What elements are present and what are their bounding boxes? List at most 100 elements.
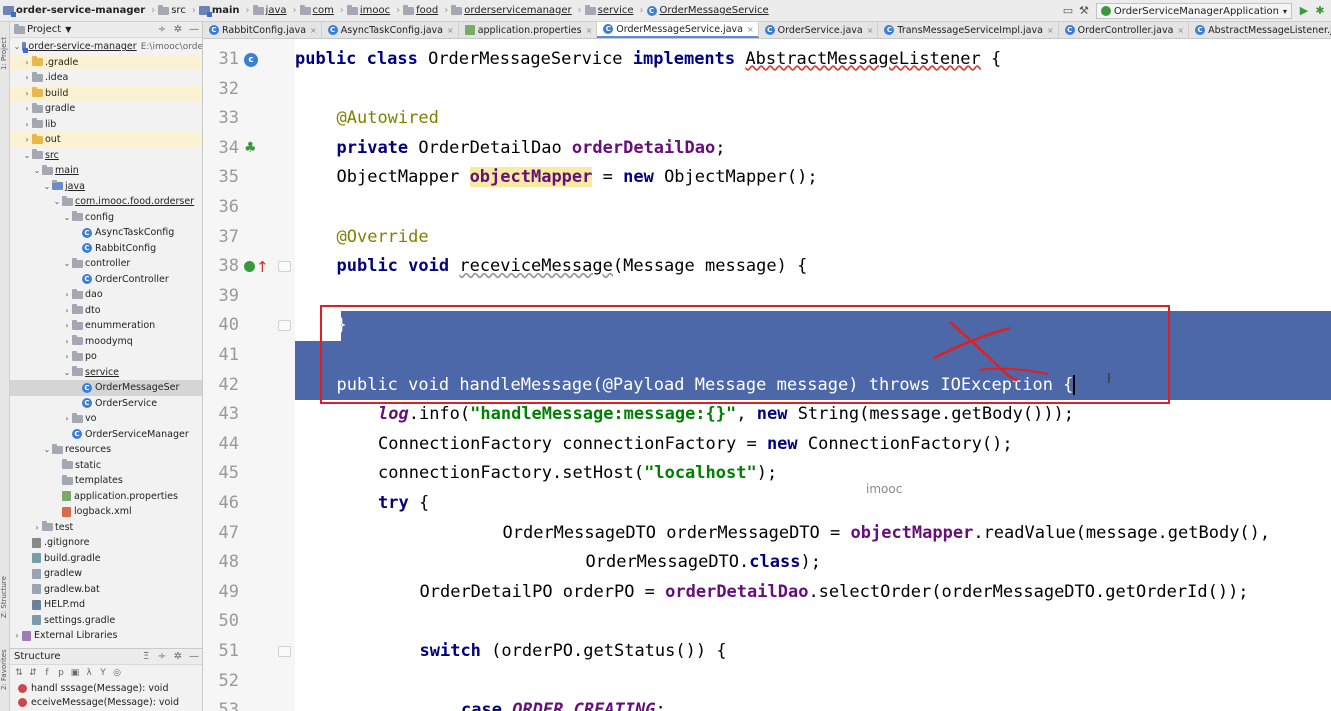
tree-item[interactable]: build.gradle — [10, 551, 202, 567]
layout-icon[interactable]: ▭ — [1060, 3, 1076, 19]
chevron-right-icon[interactable]: › — [62, 337, 72, 346]
breadcrumb-item[interactable]: com — [299, 4, 334, 16]
chevron-right-icon[interactable]: › — [62, 306, 72, 315]
close-icon[interactable]: × — [867, 26, 874, 35]
chevron-right-icon[interactable]: › — [22, 104, 32, 113]
fold-marker-icon[interactable] — [278, 646, 291, 657]
close-icon[interactable]: × — [1047, 26, 1054, 35]
tree-item[interactable]: › po — [10, 349, 202, 365]
chevron-down-icon[interactable]: ▼ — [65, 25, 71, 34]
editor-tab[interactable]: C AsyncTaskConfig.java × — [321, 22, 459, 38]
collapse-all-icon[interactable]: ÷ — [154, 24, 170, 35]
chevron-right-icon[interactable]: › — [22, 89, 32, 98]
code-line[interactable]: @Autowired — [337, 104, 439, 134]
tree-item[interactable]: › External Libraries — [10, 628, 202, 644]
close-icon[interactable]: × — [310, 26, 317, 35]
code-line[interactable]: ConnectionFactory connectionFactory = ne… — [378, 430, 1013, 460]
chevron-right-icon[interactable]: › — [32, 523, 42, 532]
breadcrumb-item[interactable]: imooc — [346, 4, 390, 16]
breadcrumb-item[interactable]: C OrderMessageService — [646, 5, 769, 16]
editor-tab[interactable]: C RabbitConfig.java × — [203, 22, 322, 38]
tree-item[interactable]: › enummeration — [10, 318, 202, 334]
breadcrumb-item[interactable]: order-service-manager — [3, 5, 145, 17]
code-line[interactable]: try { — [378, 489, 429, 519]
tree-item[interactable]: ⌄ controller — [10, 256, 202, 272]
code-line[interactable]: @Override — [337, 223, 429, 253]
code-line[interactable]: switch (orderPO.getStatus()) { — [420, 637, 727, 667]
structure-tool-tab[interactable]: Z: Structure — [0, 567, 10, 627]
editor-tab[interactable]: C OrderController.java × — [1058, 22, 1190, 38]
tree-item[interactable]: › .idea — [10, 70, 202, 86]
breadcrumb-item[interactable]: service — [584, 4, 634, 16]
close-icon[interactable]: × — [447, 26, 454, 35]
tree-item[interactable]: ⌄ service — [10, 365, 202, 381]
chevron-right-icon[interactable]: › — [22, 73, 32, 82]
build-hammer-icon[interactable]: ⚒ — [1076, 3, 1092, 19]
code-line[interactable]: log.info("handleMessage:message:{}", new… — [378, 400, 1074, 430]
tree-item[interactable]: C RabbitConfig — [10, 241, 202, 257]
code-line[interactable]: private OrderDetailDao orderDetailDao; — [337, 134, 726, 164]
editor-tab[interactable]: C OrderMessageService.java × — [597, 22, 759, 38]
filter-icon[interactable]: Y — [96, 668, 110, 678]
close-icon[interactable]: × — [586, 26, 593, 35]
chevron-down-icon[interactable]: ⌄ — [42, 445, 52, 454]
code-line[interactable]: OrderMessageDTO.class); — [586, 548, 821, 578]
code-line[interactable]: case ORDER_CREATING: — [461, 696, 666, 711]
breadcrumb-item[interactable]: orderservicemanager — [451, 4, 572, 16]
structure-item-receive-message[interactable]: eceiveMessage(Message): void — [10, 695, 202, 709]
chevron-down-icon[interactable]: ⌄ — [12, 42, 22, 51]
sort-icon[interactable]: Ξ — [138, 651, 154, 662]
chevron-down-icon[interactable]: ⌄ — [62, 259, 72, 268]
tree-item[interactable]: › .gradle — [10, 54, 202, 70]
override-icon[interactable]: ↑ — [244, 258, 269, 276]
tree-item[interactable]: › lib — [10, 117, 202, 133]
tree-item[interactable]: › dao — [10, 287, 202, 303]
project-view-title[interactable]: Project — [27, 24, 61, 35]
autoscroll-icon[interactable]: ◎ — [110, 668, 124, 678]
chevron-down-icon[interactable]: ⌄ — [52, 197, 62, 206]
tree-item[interactable]: C OrderService — [10, 396, 202, 412]
fold-marker-icon[interactable] — [278, 320, 291, 332]
chevron-right-icon[interactable]: › — [62, 352, 72, 361]
code-line[interactable]: ObjectMapper objectMapper = new ObjectMa… — [337, 163, 818, 193]
tree-item[interactable]: HELP.md — [10, 597, 202, 613]
tree-item[interactable]: ⌄ main — [10, 163, 202, 179]
tree-item[interactable]: › build — [10, 85, 202, 101]
chevron-right-icon[interactable]: › — [62, 290, 72, 299]
code-line[interactable]: OrderDetailPO orderPO = orderDetailDao.s… — [420, 578, 1249, 608]
tree-item[interactable]: › test — [10, 520, 202, 536]
tree-item[interactable]: C AsyncTaskConfig — [10, 225, 202, 241]
tree-item[interactable]: ⌄ config — [10, 210, 202, 226]
close-icon[interactable]: × — [1177, 26, 1184, 35]
run-configuration-select[interactable]: OrderServiceManagerApplication ▾ — [1095, 3, 1292, 19]
sort-alpha-icon[interactable]: ⇅ — [12, 668, 26, 678]
chevron-down-icon[interactable]: ⌄ — [22, 151, 32, 160]
breadcrumb-item[interactable]: src — [158, 4, 186, 16]
structure-item-handle-message[interactable]: handl sssage(Message): void — [10, 681, 202, 695]
editor-tab[interactable]: C OrderService.java × — [758, 22, 879, 38]
chevron-down-icon[interactable]: ⌄ — [42, 182, 52, 191]
tree-item[interactable]: gradlew.bat — [10, 582, 202, 598]
show-properties-icon[interactable]: p — [54, 668, 68, 678]
tree-item[interactable]: › out — [10, 132, 202, 148]
chevron-right-icon[interactable]: › — [22, 135, 32, 144]
chevron-down-icon[interactable]: ⌄ — [62, 213, 72, 222]
tree-item[interactable]: application.properties — [10, 489, 202, 505]
chevron-right-icon[interactable]: › — [22, 58, 32, 67]
hide-icon[interactable]: — — [186, 651, 202, 662]
tree-item[interactable]: › gradle — [10, 101, 202, 117]
code-editor[interactable]: public class OrderMessageService impleme… — [295, 39, 1331, 711]
editor-tab[interactable]: C TransMessageServiceImpl.java × — [878, 22, 1059, 38]
breadcrumb-item[interactable]: main — [198, 5, 240, 17]
chevron-right-icon[interactable]: › — [62, 414, 72, 423]
show-inherited-icon[interactable]: ▣ — [68, 668, 82, 678]
chevron-right-icon[interactable]: › — [22, 120, 32, 129]
run-icon[interactable]: ▶ — [1296, 3, 1312, 19]
tree-item[interactable]: logback.xml — [10, 504, 202, 520]
gear-icon[interactable]: ✲ — [170, 24, 186, 35]
chevron-down-icon[interactable]: ⌄ — [62, 368, 72, 377]
collapse-icon[interactable]: ÷ — [154, 651, 170, 662]
chevron-down-icon[interactable]: ⌄ — [32, 166, 42, 175]
tree-item[interactable]: ⌄ resources — [10, 442, 202, 458]
favorites-tool-tab[interactable]: 2: Favorites — [0, 640, 10, 700]
